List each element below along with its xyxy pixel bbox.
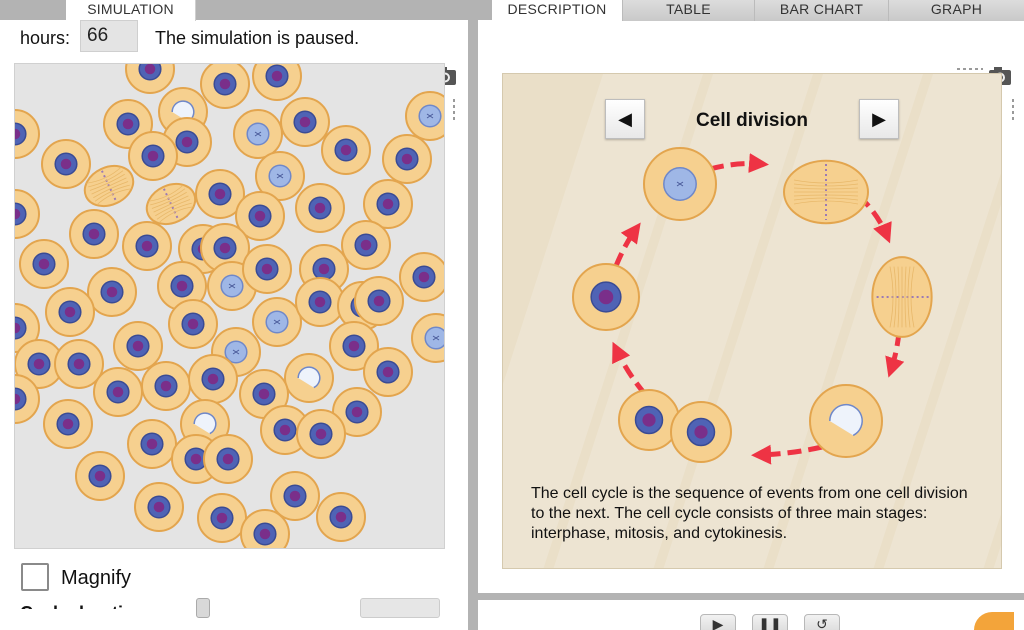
cell [363,347,413,397]
cell [321,125,371,175]
cell [382,134,432,184]
cell [45,287,95,337]
cell [188,354,238,404]
cell [128,131,178,181]
cell [125,64,175,94]
diagram-title: Cell division [696,110,808,131]
cell [87,267,137,317]
cell [295,183,345,233]
cell [670,401,732,463]
cell [252,64,302,101]
cell [75,451,125,501]
cycle-duration-slider[interactable] [196,598,210,618]
cell [316,492,366,542]
magnify-checkbox[interactable] [21,563,49,591]
cell [168,299,218,349]
cell [411,313,444,363]
tab-bar-chart[interactable]: BAR CHART [754,0,888,21]
tab-simulation[interactable]: SIMULATION [66,0,196,21]
cell [295,277,345,327]
cell [134,482,184,532]
cell [113,321,163,371]
cell [405,91,444,141]
diagram-description: The cell cycle is the sequence of events… [531,485,968,542]
cell [572,263,640,331]
cell [197,493,247,543]
cell [93,367,143,417]
tab-table[interactable]: TABLE [622,0,754,21]
cell-field [15,64,444,548]
cell [618,389,680,451]
reset-button[interactable]: ↺ [804,614,840,630]
cell [809,384,883,458]
cell-simulation-canvas[interactable] [14,63,445,549]
cell [354,276,404,326]
cell [280,97,330,147]
play-button[interactable]: ▶ [700,614,736,630]
controls-bar [478,600,1024,630]
previous-stage-button[interactable]: ◀ [605,99,645,139]
hours-label: hours: [20,28,71,48]
cell [127,419,177,469]
cell [122,221,172,271]
cell [242,244,292,294]
cell [203,434,253,484]
pause-button[interactable]: ❚❚ [752,614,788,630]
cell [15,109,40,159]
cell [252,297,302,347]
cell [341,220,391,270]
cycle-duration-field[interactable] [360,598,440,618]
cell [69,209,119,259]
tab-graph[interactable]: GRAPH [888,0,1024,21]
tab-description[interactable]: DESCRIPTION [492,0,622,21]
magnify-label: Magnify [61,567,132,589]
cell [399,252,444,302]
cell [296,409,346,459]
cell [43,399,93,449]
cell [643,147,717,221]
cell [41,139,91,189]
cell [15,189,40,239]
cell [200,64,250,109]
cell [141,361,191,411]
cell [233,109,283,159]
simulation-status: The simulation is paused. [155,28,360,48]
cell [240,509,290,548]
cell [871,256,933,338]
next-stage-button[interactable]: ▶ [859,99,899,139]
cell [19,239,69,289]
cell [783,159,869,225]
hours-field[interactable]: 66 [80,20,138,52]
cell [284,353,334,403]
